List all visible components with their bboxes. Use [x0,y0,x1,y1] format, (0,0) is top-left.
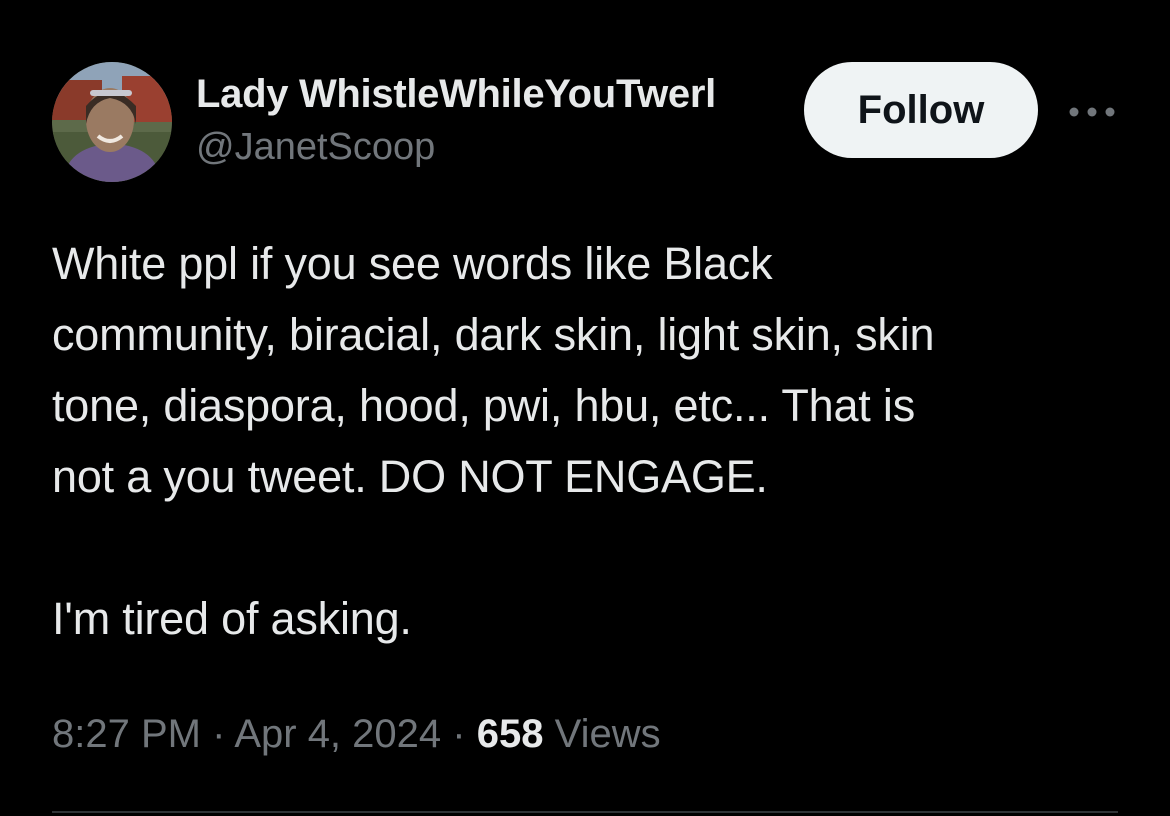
follow-button[interactable]: Follow [804,62,1038,158]
tweet-date[interactable]: Apr 4, 2024 [234,712,441,756]
views-count: 658 [476,712,544,756]
views-label: Views [554,712,661,756]
tweet-text: White ppl if you see words like Black co… [52,238,935,644]
author-names: Lady WhistleWhileYouTwerl @JanetScoop [196,66,796,172]
tweet-metadata: 8:27 PM · Apr 4, 2024 · 658 Views [52,706,661,762]
divider [52,811,1118,813]
author-handle[interactable]: @JanetScoop [196,122,796,172]
tweet-time[interactable]: 8:27 PM [52,712,201,756]
avatar-photo-icon [52,62,172,182]
more-options-button[interactable] [1064,92,1120,132]
avatar[interactable] [52,62,172,182]
tweet-header: Lady WhistleWhileYouTwerl @JanetScoop Fo… [52,62,1118,182]
meta-separator: · [452,712,466,756]
meta-separator: · [212,712,226,756]
author-display-name[interactable]: Lady WhistleWhileYouTwerl [196,66,788,122]
more-horizontal-icon [1069,107,1115,117]
